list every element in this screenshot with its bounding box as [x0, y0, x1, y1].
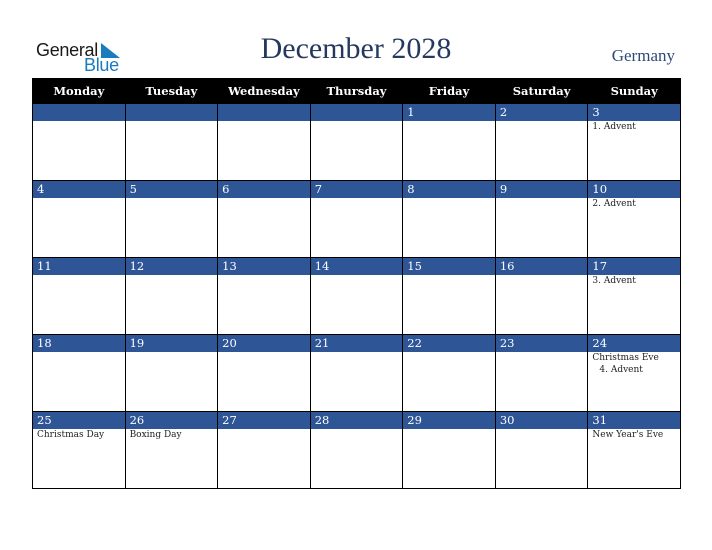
day-cell[interactable]: 23: [494, 334, 589, 412]
day-cell[interactable]: 20: [217, 334, 311, 412]
day-number: 18: [33, 335, 125, 352]
weekday-header-row: Monday Tuesday Wednesday Thursday Friday…: [32, 78, 681, 104]
weekday-wednesday: Wednesday: [217, 78, 311, 104]
day-number: 12: [125, 258, 218, 275]
calendar-grid: Monday Tuesday Wednesday Thursday Friday…: [32, 78, 681, 489]
day-cell[interactable]: [217, 103, 311, 181]
day-number: 11: [33, 258, 125, 275]
day-cell[interactable]: 27: [217, 411, 311, 489]
day-cell[interactable]: 11: [32, 257, 126, 335]
day-number: 29: [403, 412, 495, 429]
weekday-sunday: Sunday: [587, 78, 681, 104]
holiday-label: 4. Advent: [599, 365, 643, 375]
day-number: 1: [403, 104, 495, 121]
day-cell[interactable]: 1: [402, 103, 496, 181]
week-row: 4 5 6 7 8 9 10 2. Advent: [32, 180, 681, 258]
day-cell[interactable]: 2: [494, 103, 589, 181]
day-cell[interactable]: 22: [402, 334, 496, 412]
day-number: 21: [310, 335, 403, 352]
day-cell[interactable]: 3 1. Advent: [587, 103, 681, 181]
holiday-label: 1. Advent: [592, 122, 636, 132]
day-cell[interactable]: 25 Christmas Day: [32, 411, 126, 489]
day-number: 31: [588, 412, 680, 429]
day-number: 13: [218, 258, 310, 275]
day-cell[interactable]: 18: [32, 334, 126, 412]
day-number: 8: [403, 181, 495, 198]
day-number: 14: [310, 258, 403, 275]
week-row: 18 19 20 21 22 23 24 Christmas Eve 4. Advent: [32, 334, 681, 412]
holiday-label: 2. Advent: [592, 199, 636, 209]
day-cell[interactable]: 12: [124, 257, 219, 335]
weekday-monday: Monday: [32, 78, 126, 104]
day-number: 17: [588, 258, 680, 275]
day-number: 2: [495, 104, 588, 121]
week-row: 1 2 3 1. Advent: [32, 103, 681, 181]
day-number: 16: [495, 258, 588, 275]
day-cell[interactable]: 26 Boxing Day: [124, 411, 219, 489]
holiday-label: Christmas Day: [37, 430, 105, 440]
day-cell[interactable]: 9: [494, 180, 589, 258]
day-cell[interactable]: 31 New Year's Eve: [587, 411, 681, 489]
day-cell[interactable]: [32, 103, 126, 181]
day-number: 25: [33, 412, 125, 429]
day-cell[interactable]: [124, 103, 219, 181]
day-number: 28: [310, 412, 403, 429]
day-number: 6: [218, 181, 310, 198]
holiday-label: 3. Advent: [592, 276, 636, 286]
day-number: 19: [125, 335, 218, 352]
day-number: 27: [218, 412, 310, 429]
day-number: 15: [403, 258, 495, 275]
calendar-title: December 2028: [260, 32, 452, 65]
week-row: 25 Christmas Day 26 Boxing Day 27 28 29 30 31 New…: [32, 411, 681, 489]
day-cell[interactable]: 7: [309, 180, 404, 258]
weekday-friday: Friday: [402, 78, 496, 104]
day-number: 24: [588, 335, 680, 352]
day-number: 26: [125, 412, 218, 429]
day-cell[interactable]: 24 Christmas Eve 4. Advent: [587, 334, 681, 412]
day-number: 22: [403, 335, 495, 352]
day-number: 5: [125, 181, 218, 198]
day-number: 4: [33, 181, 125, 198]
day-cell[interactable]: 8: [402, 180, 496, 258]
week-row: 11 12 13 14 15 16 17 3. Advent: [32, 257, 681, 335]
day-cell[interactable]: [309, 103, 404, 181]
day-cell[interactable]: 29: [402, 411, 496, 489]
holiday-label: New Year's Eve: [592, 430, 664, 440]
day-cell[interactable]: 5: [124, 180, 219, 258]
weekday-thursday: Thursday: [309, 78, 404, 104]
day-cell[interactable]: 10 2. Advent: [587, 180, 681, 258]
day-number: [310, 104, 403, 121]
day-cell[interactable]: 28: [309, 411, 404, 489]
weekday-tuesday: Tuesday: [124, 78, 219, 104]
day-number: 23: [495, 335, 588, 352]
day-number: [125, 104, 218, 121]
day-cell[interactable]: 4: [32, 180, 126, 258]
day-cell[interactable]: 30: [494, 411, 589, 489]
day-cell[interactable]: 15: [402, 257, 496, 335]
day-cell[interactable]: 14: [309, 257, 404, 335]
country-label: Germany: [611, 46, 675, 65]
weekday-saturday: Saturday: [494, 78, 589, 104]
day-cell[interactable]: 6: [217, 180, 311, 258]
day-number: 20: [218, 335, 310, 352]
day-number: 7: [310, 181, 403, 198]
day-number: [33, 104, 125, 121]
holiday-label: Boxing Day: [129, 430, 182, 440]
day-cell[interactable]: 21: [309, 334, 404, 412]
day-cell[interactable]: 16: [494, 257, 589, 335]
day-cell[interactable]: 13: [217, 257, 311, 335]
day-number: 30: [495, 412, 588, 429]
day-number: [218, 104, 310, 121]
day-number: 10: [588, 181, 680, 198]
day-number: 3: [588, 104, 680, 121]
day-number: 9: [495, 181, 588, 198]
day-cell[interactable]: 19: [124, 334, 219, 412]
holiday-label: Christmas Eve: [592, 353, 659, 363]
day-cell[interactable]: 17 3. Advent: [587, 257, 681, 335]
